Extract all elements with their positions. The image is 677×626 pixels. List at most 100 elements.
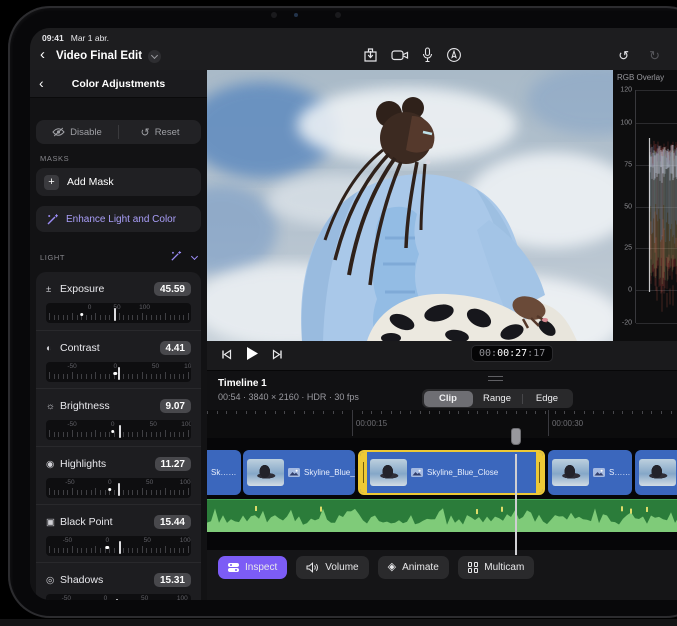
multicam-button[interactable]: Multicam xyxy=(458,556,535,579)
timeline-title: Timeline 1 xyxy=(218,378,267,389)
slider-contrast: ◐Contrast 4.41 -50050100 xyxy=(36,330,201,388)
volume-button[interactable]: Volume xyxy=(296,556,368,579)
media-icon xyxy=(411,468,423,477)
panel-title: Color Adjustments xyxy=(30,78,207,90)
front-sensor xyxy=(271,12,277,18)
timeline-header: Timeline 1 00:54 · 3840 × 2160 · HDR · 3… xyxy=(207,371,677,410)
skip-back-button[interactable] xyxy=(221,347,232,365)
slider-value[interactable]: 9.07 xyxy=(160,399,191,413)
disable-button[interactable]: Disable xyxy=(36,120,118,144)
rgb-overlay-scope: RGB Overlay 1201007550250-20 xyxy=(613,70,677,341)
slider-value[interactable]: 11.27 xyxy=(155,457,191,471)
collapse-chevron-icon[interactable] xyxy=(191,252,198,259)
skip-forward-button[interactable] xyxy=(272,347,283,365)
slider-label: Black Point xyxy=(60,516,113,528)
clip-name: Skyline_Blue_Close xyxy=(427,468,498,477)
slider-value[interactable]: 15.44 xyxy=(154,515,191,529)
mode-range[interactable]: Range xyxy=(473,391,522,407)
slider-ruler[interactable]: 050100 xyxy=(46,303,191,323)
background-surface xyxy=(0,619,677,626)
back-icon[interactable]: ‹ xyxy=(40,47,45,63)
timeline-ruler[interactable]: 00:00:1500:00:30 xyxy=(207,410,677,438)
front-sensor xyxy=(335,12,341,18)
playhead[interactable] xyxy=(515,454,517,555)
button-label: Volume xyxy=(325,562,358,573)
inspect-button[interactable]: Inspect xyxy=(218,556,287,579)
magic-wand-icon[interactable] xyxy=(170,250,182,262)
toolbar-icons xyxy=(363,47,462,65)
undo-icon[interactable]: ↺ xyxy=(618,48,629,64)
clip-partial-left[interactable]: Sk…… xyxy=(207,450,241,495)
annotate-icon[interactable] xyxy=(446,47,462,65)
slider-label: Highlights xyxy=(60,458,106,470)
export-icon[interactable] xyxy=(363,47,378,65)
button-label: Inspect xyxy=(245,562,277,573)
slider-value[interactable]: 4.41 xyxy=(160,341,191,355)
timeline-tracks: Sk…… Skyline_Blue_Wide Skyline_Blue_Clos… xyxy=(207,438,677,550)
slider-ruler[interactable]: -50050100 xyxy=(46,594,191,600)
video-track: Sk…… Skyline_Blue_Wide Skyline_Blue_Clos… xyxy=(207,450,677,495)
chevron-down-icon xyxy=(150,51,157,58)
play-button[interactable] xyxy=(245,346,259,366)
project-title[interactable]: Video Final Edit xyxy=(56,50,142,62)
top-chrome: 09:41 Mar 1 abr. ‹ Video Final Edit ↺ ↻ xyxy=(30,28,677,70)
reset-button[interactable]: ↺ Reset xyxy=(119,120,201,144)
enhance-button[interactable]: Enhance Light and Color xyxy=(36,206,201,232)
slider-value[interactable]: 45.59 xyxy=(154,282,191,296)
stage: 09:41 Mar 1 abr. ‹ Video Final Edit ↺ ↻ xyxy=(0,0,677,626)
button-label: Animate xyxy=(402,562,439,573)
timeline-resize-handle[interactable] xyxy=(488,376,503,381)
playhead-handle[interactable] xyxy=(511,428,521,445)
timeline-toolbar: Inspect Volume ◈ Animate Multicam xyxy=(207,550,677,600)
slider-ruler[interactable]: -50050100 xyxy=(46,420,191,440)
slider-value[interactable]: 15.31 xyxy=(154,573,191,587)
video-preview[interactable] xyxy=(207,70,613,341)
slider-brightness: ☼Brightness9.07 -50050100 xyxy=(36,388,201,446)
clip-partial-right[interactable] xyxy=(635,450,677,495)
mode-edge[interactable]: Edge xyxy=(523,391,572,407)
clip-skyline-blue-wide[interactable]: Skyline_Blue_Wide xyxy=(243,450,355,495)
enhance-label: Enhance Light and Color xyxy=(66,214,176,225)
redo-icon[interactable]: ↻ xyxy=(649,48,660,64)
animate-button[interactable]: ◈ Animate xyxy=(378,556,449,579)
status-bar: 09:41 Mar 1 abr. xyxy=(42,32,109,44)
timecode-display[interactable]: 00:00:27:17 xyxy=(471,345,553,362)
color-adjustments-panel: ‹ Color Adjustments Disable ↺ Reset MASK… xyxy=(30,70,207,600)
clock: 09:41 xyxy=(42,33,64,43)
media-icon xyxy=(593,468,605,477)
slider-label: Contrast xyxy=(60,342,100,354)
shadows-icon: ◎ xyxy=(46,575,60,586)
brightness-icon: ☼ xyxy=(46,401,60,412)
camera-icon[interactable] xyxy=(391,47,409,65)
clip-thumbnail xyxy=(639,459,676,486)
front-camera xyxy=(294,13,298,17)
slider-shadows: ◎Shadows 15.31 -50050100 xyxy=(36,562,201,600)
add-mask-button[interactable]: + Add Mask xyxy=(36,168,201,196)
clip-name: Sk…… xyxy=(211,468,236,477)
slider-ruler[interactable]: -50050100 xyxy=(46,362,191,382)
slider-ruler[interactable]: -50050100 xyxy=(46,478,191,498)
microphone-icon[interactable] xyxy=(422,47,433,65)
plus-icon: + xyxy=(44,175,59,190)
light-section-header: LIGHT xyxy=(40,250,197,264)
trim-handle-left[interactable] xyxy=(360,452,367,493)
clip-thumbnail xyxy=(247,459,284,486)
slider-ruler[interactable]: -50050100 xyxy=(46,536,191,556)
title-dropdown-button[interactable] xyxy=(148,50,161,63)
black-point-icon: ▣ xyxy=(46,517,60,528)
trim-handle-right[interactable] xyxy=(536,452,543,493)
clip-s[interactable]: S…… xyxy=(548,450,632,495)
slider-label: Shadows xyxy=(60,574,103,586)
panel-header: ‹ Color Adjustments xyxy=(30,70,207,98)
slider-label: Exposure xyxy=(60,283,104,295)
audio-track[interactable] xyxy=(207,499,677,532)
scope-plot: 1201007550250-20 xyxy=(635,90,677,323)
contrast-icon: ◐ xyxy=(46,343,60,354)
date: Mar 1 abr. xyxy=(71,33,109,43)
eye-slash-icon xyxy=(52,127,65,137)
mode-clip[interactable]: Clip xyxy=(424,391,473,407)
clip-skyline-blue-close-selected[interactable]: Skyline_Blue_Close xyxy=(358,450,545,495)
slider-highlights: ◉Highlights11.27 -50050100 xyxy=(36,446,201,504)
speaker-icon xyxy=(306,562,319,573)
screen: 09:41 Mar 1 abr. ‹ Video Final Edit ↺ ↻ xyxy=(30,28,677,600)
